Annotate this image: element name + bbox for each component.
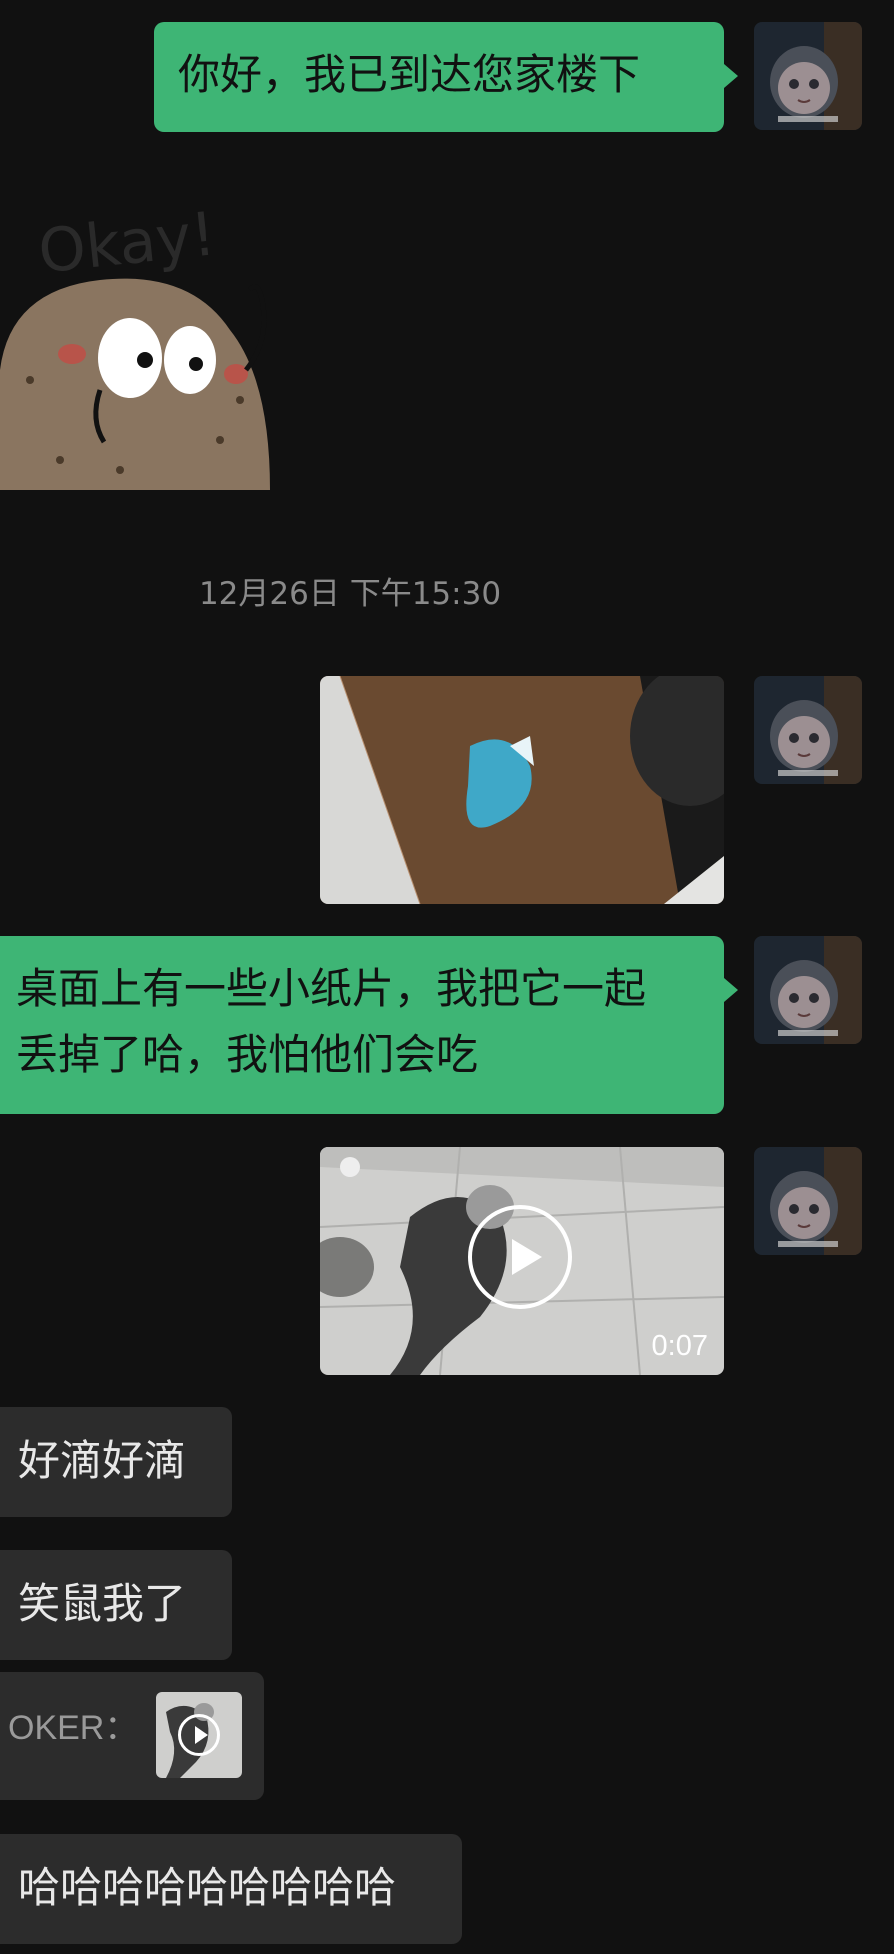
message-text: 笑鼠我了 [18, 1579, 187, 1628]
chat-view: 你好，我已到达您家楼下 Okay! 12月26日 下午15:30 桌面上有一些小… [0, 0, 894, 1954]
message-text: 哈哈哈哈哈哈哈哈哈 [18, 1863, 397, 1912]
quote-reference[interactable]: OKER： [0, 1672, 264, 1800]
message-text-line: 丢掉了哈，我怕他们会吃 [16, 1030, 479, 1079]
outgoing-text-bubble[interactable]: 桌面上有一些小纸片，我把它一起 丢掉了哈，我怕他们会吃 [0, 936, 738, 1114]
incoming-text-bubble[interactable]: 好滴好滴 [0, 1407, 232, 1517]
avatar[interactable] [754, 936, 862, 1044]
quote-video-thumbnail[interactable] [156, 1692, 242, 1778]
incoming-text-bubble[interactable]: 笑鼠我了 [0, 1550, 232, 1660]
play-circle-icon[interactable] [468, 1205, 572, 1309]
incoming-text-bubble[interactable]: 哈哈哈哈哈哈哈哈哈 [0, 1834, 462, 1944]
chat-timestamp: 12月26日 下午15:30 [198, 576, 502, 612]
sticker-image[interactable]: Okay! [0, 180, 290, 490]
outgoing-video[interactable]: 0:07 [320, 1147, 724, 1375]
message-text-line: 桌面上有一些小纸片，我把它一起 [16, 964, 647, 1013]
outgoing-photo[interactable] [320, 676, 724, 904]
sticker-caption: Okay! [35, 199, 219, 287]
play-circle-icon [178, 1714, 220, 1756]
video-duration: 0:07 [651, 1330, 708, 1362]
outgoing-text-bubble[interactable]: 你好，我已到达您家楼下 [154, 22, 738, 132]
message-text: 好滴好滴 [18, 1436, 187, 1485]
message-text: 你好，我已到达您家楼下 [178, 50, 641, 99]
quote-sender: OKER： [8, 1709, 139, 1747]
avatar[interactable] [754, 676, 862, 784]
avatar[interactable] [754, 1147, 862, 1255]
avatar[interactable] [754, 22, 862, 130]
